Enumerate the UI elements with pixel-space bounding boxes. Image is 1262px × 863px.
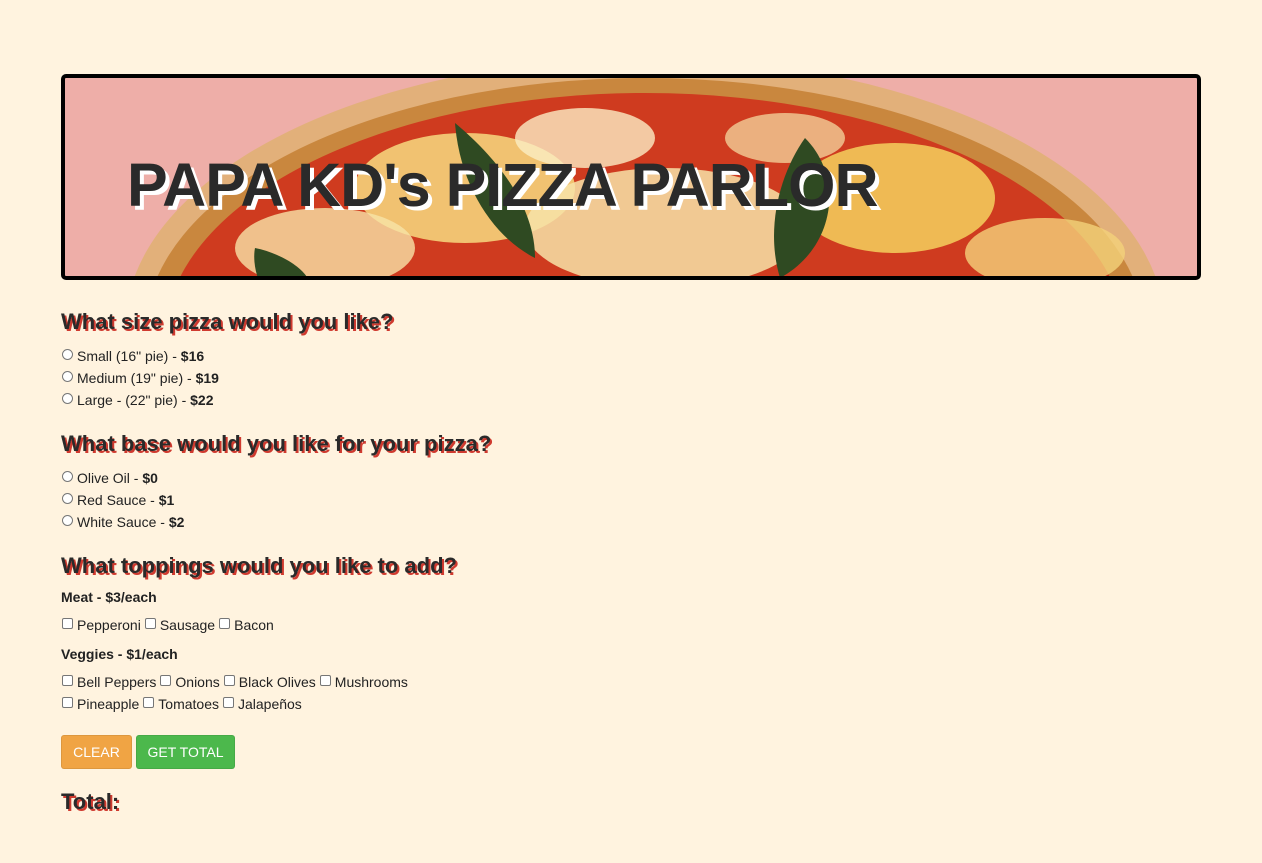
bacon-checkbox[interactable] <box>219 617 231 629</box>
base-option-white-sauce[interactable]: White Sauce - $2 <box>61 512 184 532</box>
clear-button[interactable]: CLEAR <box>61 735 132 769</box>
topping-onions[interactable]: Onions <box>159 672 220 692</box>
base-red-sauce-radio[interactable] <box>62 492 73 504</box>
bell-peppers-checkbox[interactable] <box>62 674 73 686</box>
onions-checkbox[interactable] <box>160 674 172 686</box>
toppings-heading: What toppings would you like to add? <box>61 553 457 578</box>
meat-heading: Meat - $3/each <box>61 589 157 605</box>
pineapple-label: Pineapple <box>77 696 140 712</box>
sausage-label: Sausage <box>159 617 216 633</box>
size-medium-price: $19 <box>195 370 219 386</box>
base-option-red-sauce[interactable]: Red Sauce - $1 <box>61 490 174 510</box>
base-heading: What base would you like for your pizza? <box>61 431 492 456</box>
size-large-label: Large - (22" pie) - <box>77 392 187 408</box>
topping-jalapenos[interactable]: Jalapeños <box>222 694 302 714</box>
base-red-sauce-label: Red Sauce - <box>77 492 155 508</box>
base-white-sauce-label: White Sauce - <box>77 514 165 530</box>
topping-bell-peppers[interactable]: Bell Peppers <box>61 672 156 692</box>
sausage-checkbox[interactable] <box>144 617 156 629</box>
bacon-label: Bacon <box>234 617 274 633</box>
base-olive-oil-radio[interactable] <box>62 470 73 482</box>
base-olive-oil-label: Olive Oil - <box>77 470 139 486</box>
pepperoni-label: Pepperoni <box>77 617 141 633</box>
size-medium-label: Medium (19" pie) - <box>77 370 192 386</box>
mushrooms-label: Mushrooms <box>334 674 408 690</box>
tomatoes-label: Tomatoes <box>158 696 219 712</box>
header-banner: PAPA KD's PIZZA PARLOR <box>61 74 1201 280</box>
bell-peppers-label: Bell Peppers <box>77 674 157 690</box>
jalapenos-label: Jalapeños <box>237 696 302 712</box>
base-white-sauce-price: $2 <box>168 514 185 530</box>
veggie-options-row-1: Bell Peppers Onions Black Olives Mushroo… <box>61 672 411 692</box>
meat-options: Pepperoni Sausage Bacon <box>61 615 277 635</box>
topping-mushrooms[interactable]: Mushrooms <box>319 672 408 692</box>
tomatoes-checkbox[interactable] <box>143 696 155 708</box>
size-option-large[interactable]: Large - (22" pie) - $22 <box>61 390 214 410</box>
mushrooms-checkbox[interactable] <box>319 674 331 686</box>
size-option-medium[interactable]: Medium (19" pie) - $19 <box>61 368 219 388</box>
size-large-radio[interactable] <box>62 392 73 404</box>
size-medium-radio[interactable] <box>62 370 73 382</box>
veggie-options-row-2: Pineapple Tomatoes Jalapeños <box>61 694 305 714</box>
size-option-small[interactable]: Small (16" pie) - $16 <box>61 346 204 366</box>
get-total-button[interactable]: GET TOTAL <box>136 735 235 769</box>
pineapple-checkbox[interactable] <box>62 696 73 708</box>
base-white-sauce-radio[interactable] <box>62 514 73 526</box>
size-small-radio[interactable] <box>62 348 73 360</box>
page: PAPA KD's PIZZA PARLOR What size pizza w… <box>0 0 1262 863</box>
pepperoni-checkbox[interactable] <box>62 617 73 629</box>
veggies-heading: Veggies - $1/each <box>61 646 178 662</box>
topping-pepperoni[interactable]: Pepperoni <box>61 615 141 635</box>
jalapenos-checkbox[interactable] <box>222 696 234 708</box>
topping-pineapple[interactable]: Pineapple <box>61 694 139 714</box>
base-red-sauce-price: $1 <box>158 492 175 508</box>
topping-tomatoes[interactable]: Tomatoes <box>142 694 219 714</box>
size-heading: What size pizza would you like? <box>61 309 394 334</box>
topping-black-olives[interactable]: Black Olives <box>223 672 316 692</box>
size-small-label: Small (16" pie) - <box>77 348 177 364</box>
base-option-olive-oil[interactable]: Olive Oil - $0 <box>61 468 158 488</box>
topping-bacon[interactable]: Bacon <box>218 615 274 635</box>
onions-label: Onions <box>175 674 220 690</box>
black-olives-label: Black Olives <box>238 674 316 690</box>
size-large-price: $22 <box>190 392 214 408</box>
base-olive-oil-price: $0 <box>142 470 158 486</box>
black-olives-checkbox[interactable] <box>223 674 235 686</box>
topping-sausage[interactable]: Sausage <box>144 615 215 635</box>
page-title: PAPA KD's PIZZA PARLOR <box>127 151 879 219</box>
size-small-price: $16 <box>180 348 205 364</box>
total-label: Total: <box>61 789 120 814</box>
